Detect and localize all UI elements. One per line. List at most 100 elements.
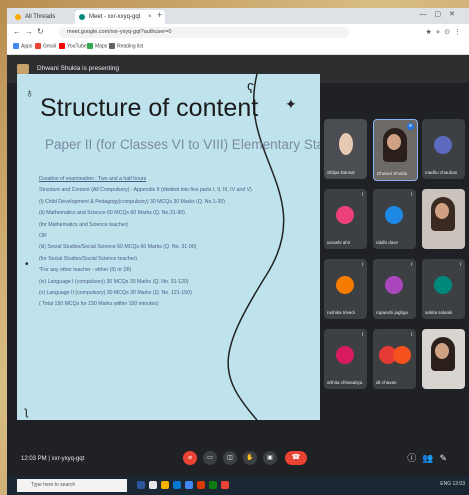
reload-icon[interactable]: ↻	[37, 27, 44, 36]
participant-tile[interactable]: ⌇ ankita solanki	[422, 259, 465, 319]
participant-tile[interactable]: Shilpa Bansal	[324, 119, 367, 179]
slide-decoration-icon: •	[25, 259, 29, 270]
bookmark-gmail[interactable]: Gmail	[35, 43, 56, 49]
slide-line: (for Social Studies/Social Science teach…	[39, 255, 138, 262]
bookmark-label: Maps	[95, 43, 108, 50]
slide-line: (v) Language II (compulsory) 30 MCQs 30 …	[39, 290, 192, 297]
leave-call-button[interactable]: ☎	[285, 451, 307, 465]
browser-tabbar: All Threads Meet - xxr-xxyq-gqt × + —▢✕	[7, 8, 469, 24]
slide-line: (ii) Mathematics and Science 60 MCQs 60 …	[39, 210, 185, 217]
bookmark-label: YouTube	[67, 43, 87, 50]
participant-tile[interactable]	[422, 189, 465, 249]
slide-line: *For any other teacher - either (II) or …	[39, 267, 132, 274]
tab-label: Meet - xxr-xxyq-gqt	[89, 14, 141, 20]
url-field[interactable]: meet.google.com/xxr-yxyq-gqt?authuser=0	[59, 27, 349, 38]
participant-tile[interactable]: ⌇ urvashi ahir	[324, 189, 367, 249]
participant-tile[interactable]: ⌇ rupanshi jaghgu	[373, 259, 416, 319]
participant-avatar	[336, 206, 354, 224]
tab-threads[interactable]: All Threads	[11, 10, 85, 24]
presenting-text: Dhwani Shukla is presenting	[37, 65, 120, 72]
participant-avatar	[336, 276, 354, 294]
participant-avatar	[393, 346, 411, 364]
participant-face	[387, 134, 401, 150]
participant-name: madhu chauhan	[425, 170, 458, 175]
taskbar-app-icon[interactable]	[173, 481, 181, 489]
taskbar-app-icon[interactable]	[221, 481, 229, 489]
camera-off-button[interactable]: ▭	[203, 451, 217, 465]
speaking-icon: ≋	[407, 123, 414, 130]
participant-name: arthita chhasatiya	[327, 380, 363, 385]
forward-icon[interactable]: →	[25, 27, 33, 36]
participant-tile[interactable]: madhu chauhan	[422, 119, 465, 179]
screen: All Threads Meet - xxr-xxyq-gqt × + —▢✕ …	[7, 8, 469, 495]
system-tray[interactable]: ENG 12:03	[440, 481, 465, 487]
mic-off-button[interactable]: ⌀	[183, 451, 197, 465]
participant-avatar	[336, 346, 354, 364]
slide-title: Structure of content	[40, 94, 259, 122]
participant-avatar	[385, 206, 403, 224]
participant-avatar	[434, 136, 452, 154]
raise-hand-button[interactable]: ✋	[243, 451, 257, 465]
taskbar-app-icon[interactable]	[185, 481, 193, 489]
address-bar: ← → ↻ meet.google.com/xxr-yxyq-gqt?authu…	[7, 24, 469, 41]
mic-off-icon: ⌇	[410, 192, 413, 198]
captions-button[interactable]: ◫	[223, 451, 237, 465]
participant-name: riddhi dave	[376, 240, 399, 245]
mic-off-icon: ⌇	[410, 262, 413, 268]
participant-tile[interactable]: ⌇ riddhi dave	[373, 189, 416, 249]
mic-off-icon: ⌇	[459, 262, 462, 268]
back-icon[interactable]: ←	[13, 27, 21, 36]
slide-line: (for Mathematics and Science teacher)	[39, 221, 129, 228]
participant-tile[interactable]: ⌇ arthita chhasatiya	[324, 329, 367, 389]
taskbar-app-icon[interactable]	[149, 481, 157, 489]
participant-tile[interactable]: ≋ Dhwani Shukla	[373, 119, 418, 181]
participant-name: ankita solanki	[425, 310, 453, 315]
participant-tile[interactable]: ⌇ rushika trivedi	[324, 259, 367, 319]
windows-taskbar: Type here to search ENG 12:03	[7, 476, 469, 495]
present-button[interactable]: ▣	[263, 451, 277, 465]
bookmark-apps[interactable]: Apps	[13, 43, 32, 49]
mic-off-icon: ⌇	[361, 192, 364, 198]
bookmark-youtube[interactable]: YouTube	[59, 43, 87, 49]
participant-name: rushika trivedi	[327, 310, 355, 315]
taskbar-app-icon[interactable]	[137, 481, 145, 489]
meet-controls-bar: 12:03 PM | xxr-yxyq-gqt ⌀ ▭ ◫ ✋ ▣ ⋮ ☎ ⓘ👥…	[7, 442, 469, 476]
slide-line: OR	[39, 233, 47, 240]
participant-name: dk chavan	[376, 380, 397, 385]
participant-name: Dhwani Shukla	[377, 171, 408, 176]
participant-avatar	[385, 276, 403, 294]
mic-off-icon: ⌇	[361, 262, 364, 268]
close-tab-icon[interactable]: ×	[148, 14, 152, 20]
bookmark-label: Gmail	[43, 43, 57, 50]
slide-line: ( Total 150 MCQs for 150 Marks within 15…	[39, 301, 159, 308]
taskbar-search[interactable]: Type here to search	[17, 479, 127, 492]
presenter-thumbnail	[17, 64, 29, 74]
extension-icons[interactable]: ★⋄⊙⋮	[425, 28, 465, 36]
slide-line: Duration of examination : Two and a half…	[39, 176, 147, 182]
taskbar-app-icon[interactable]	[161, 481, 169, 489]
bookmark-maps[interactable]: Maps	[87, 43, 107, 49]
slide-body: Duration of examination : Two and a half…	[39, 174, 309, 311]
participant-name: Shilpa Bansal	[327, 170, 355, 175]
slide-decoration-icon: ʅ	[25, 404, 28, 418]
window-controls[interactable]: —▢✕	[420, 10, 463, 18]
bookmark-label: Reading list	[117, 43, 144, 50]
slide-line: (iv) Language I (compulsory) 30 MCQs 30 …	[39, 278, 189, 285]
taskbar-app-icon[interactable]	[209, 481, 217, 489]
taskbar-app-icon[interactable]	[197, 481, 205, 489]
mic-off-icon: ⌇	[410, 332, 413, 338]
slide-line: Structure and Content (All Compulsory) :…	[39, 187, 252, 194]
slide-line: (i) Child Development & Pedagogy(compuls…	[39, 198, 225, 205]
slide-decoration-icon: ♁	[25, 86, 34, 100]
meet-side-icons[interactable]: ⓘ👥✎	[407, 451, 453, 464]
meeting-time-code: 12:03 PM | xxr-yxyq-gqt	[21, 456, 85, 462]
participant-face	[435, 343, 449, 359]
participant-tile[interactable]: ⌇ dk chavan	[373, 329, 416, 389]
bookmark-reading-list[interactable]: Reading list	[109, 43, 143, 49]
bookmark-label: Apps	[21, 43, 33, 50]
tab-meet[interactable]: Meet - xxr-xxyq-gqt ×	[75, 10, 165, 24]
meet-favicon-icon	[79, 14, 85, 20]
tab-label: All Threads	[25, 14, 56, 20]
participant-tile[interactable]	[422, 329, 465, 389]
new-tab-icon[interactable]: +	[157, 10, 162, 20]
